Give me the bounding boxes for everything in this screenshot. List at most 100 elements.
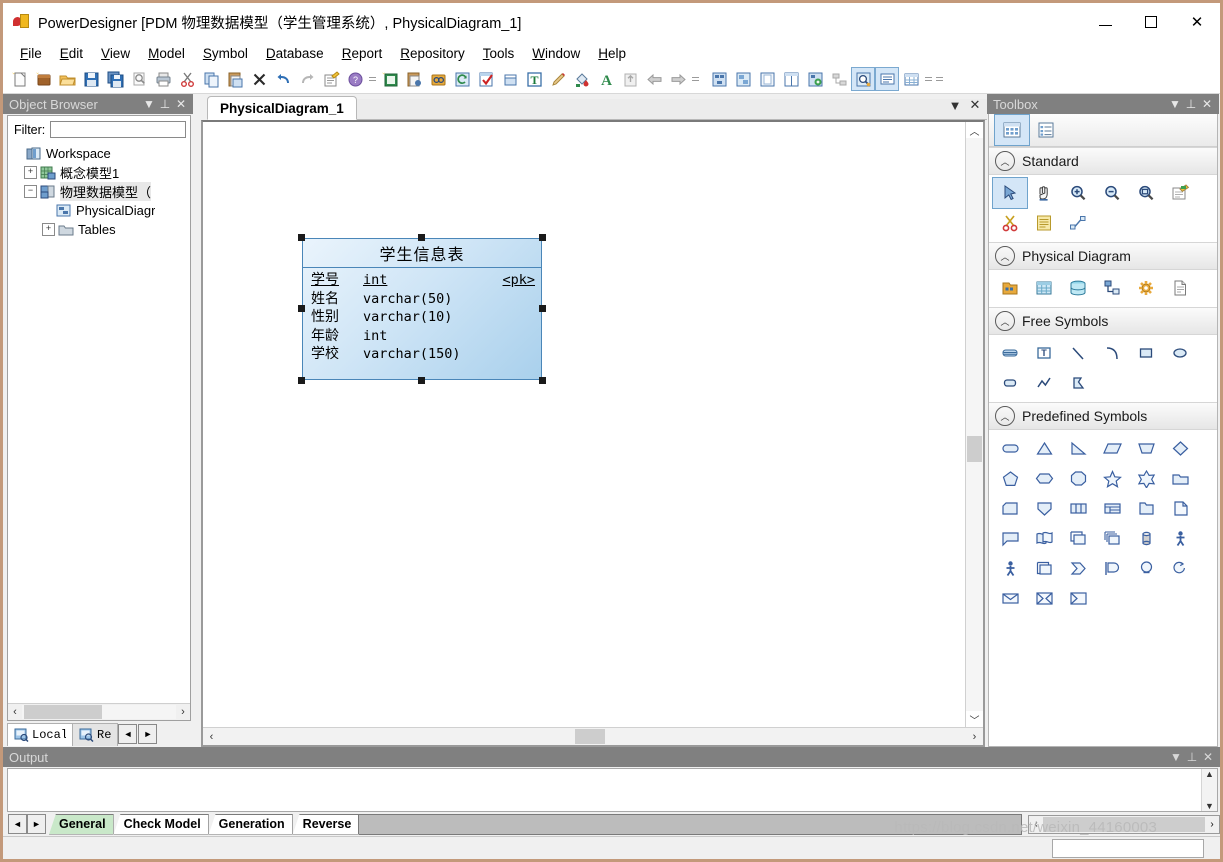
symbol-arrow-block-icon[interactable] [1061,553,1095,583]
menu-report[interactable]: Report [333,44,392,63]
menu-symbol[interactable]: Symbol [194,44,257,63]
symbol-actor-icon[interactable] [1163,523,1197,553]
canvas-hscrollbar[interactable]: ‹ › [203,727,983,745]
resize-handle-n[interactable] [418,234,425,241]
canvas-scroll-right-button[interactable]: › [966,731,983,743]
browser-tab-next-button[interactable]: ► [138,724,158,744]
document-tab-physicaldiagram1[interactable]: PhysicalDiagram_1 [207,96,357,120]
print-preview-icon[interactable] [128,68,150,90]
note-icon[interactable] [1027,208,1061,238]
canvas-vscroll-thumb[interactable] [967,436,982,462]
fill-color-icon[interactable] [571,68,593,90]
output-hscrollbar[interactable]: ‹ › [1028,814,1220,834]
browser-hscroll-thumb[interactable] [24,705,102,719]
symbol-columns-icon[interactable] [1061,493,1095,523]
output-hscroll-track[interactable] [1043,816,1205,832]
output-tab-general[interactable]: General [49,813,114,835]
open-model-icon[interactable] [56,68,78,90]
menu-window[interactable]: Window [523,44,589,63]
symbol-layers-icon[interactable] [1027,553,1061,583]
cdm-diagram-icon[interactable] [708,68,730,90]
symbol-actor2-icon[interactable] [993,553,1027,583]
output-tab-prev-button[interactable]: ◄ [8,814,27,834]
canvas-hscroll-track[interactable] [220,729,966,744]
output-vscrollbar[interactable]: ▲ ▼ [1201,769,1217,811]
pdm-diagram-icon[interactable] [732,68,754,90]
resize-handle-sw[interactable] [298,377,305,384]
page-icon[interactable] [499,68,521,90]
cut-icon[interactable] [176,68,198,90]
menu-view[interactable]: View [92,44,139,63]
redo-icon[interactable] [296,68,318,90]
symbol-folder-icon[interactable] [1129,493,1163,523]
canvas-scroll-down-button[interactable]: ﹀ [966,711,983,727]
model-options-icon[interactable] [403,68,425,90]
zoom-out-icon[interactable] [1095,178,1129,208]
file-object-icon[interactable] [1163,273,1197,303]
symbol-star5-icon[interactable] [1095,463,1129,493]
browser-tab-prev-button[interactable]: ◄ [118,724,138,744]
browser-tab-local[interactable]: Local [7,722,73,746]
toolbox-close-icon[interactable]: ✕ [1199,97,1215,111]
symbol-flag-icon[interactable] [1095,553,1129,583]
free-arc-icon[interactable] [1095,338,1129,368]
symbol-right-triangle-icon[interactable] [1061,433,1095,463]
tree-node-cdm[interactable]: + 概念模型1 [8,163,190,182]
back-icon[interactable] [643,68,665,90]
output-menu-icon[interactable]: ▼ [1168,750,1184,764]
chevron-up-icon[interactable]: ︿ [995,151,1015,171]
document-tab-close-icon[interactable]: ✕ [965,97,985,113]
menu-edit[interactable]: Edit [51,44,92,63]
table-symbol-box[interactable]: 学生信息表 学号 int <pk> 姓名 varchar(50) 性别 varc… [302,238,542,380]
text-format-icon[interactable]: T [523,68,545,90]
object-tree[interactable]: Workspace + 概念模型1 − 物理数据模型（ PhysicalDiag… [8,142,190,703]
pointer-icon[interactable] [992,177,1028,209]
object-browser-menu-icon[interactable]: ▼ [141,97,157,111]
output-tab-reverse[interactable]: Reverse [292,813,360,835]
tree-expander-tables[interactable]: + [42,223,55,236]
table-symbol-student-info[interactable]: 学生信息表 学号 int <pk> 姓名 varchar(50) 性别 varc… [298,234,546,384]
symbol-cut-corner-icon[interactable] [993,493,1027,523]
output-hscroll-right-arrow[interactable]: › [1205,819,1219,830]
menu-model[interactable]: Model [139,44,194,63]
symbol-hexagon-icon[interactable] [1027,463,1061,493]
package-icon[interactable] [993,273,1027,303]
resize-handle-e[interactable] [539,305,546,312]
table-icon[interactable] [1027,273,1061,303]
view-icon[interactable] [1061,273,1095,303]
symbol-folder-tab-icon[interactable] [1163,463,1197,493]
link-icon[interactable] [1061,208,1095,238]
scissors-delete-icon[interactable] [993,208,1027,238]
object-browser-icon[interactable] [851,67,875,91]
save-all-icon[interactable] [104,68,126,90]
output-window-icon[interactable] [875,67,899,91]
tree-node-pdm[interactable]: − 物理数据模型（ [8,182,190,201]
help-icon[interactable]: ? [344,68,366,90]
zoom-area-icon[interactable] [1129,178,1163,208]
symbol-star6-icon[interactable] [1129,463,1163,493]
canvas-hscroll-thumb[interactable] [575,729,605,744]
object-browser-pin-icon[interactable]: ⊥ [157,97,173,111]
output-scroll-down-button[interactable]: ▼ [1205,801,1214,811]
open-package-diagram-icon[interactable] [1163,178,1197,208]
symbol-diamond-icon[interactable] [1163,433,1197,463]
symbol-cylinder-icon[interactable] [1129,523,1163,553]
output-scroll-up-button[interactable]: ▲ [1205,769,1214,779]
maximize-button[interactable] [1128,3,1174,41]
object-browser-close-icon[interactable]: ✕ [173,97,189,111]
output-tab-check-model[interactable]: Check Model [113,813,209,835]
chevron-up-icon[interactable]: ︿ [995,311,1015,331]
canvas-scroll-left-button[interactable]: ‹ [203,731,220,743]
procedure-icon[interactable] [1129,273,1163,303]
symbol-stack-icon[interactable] [1095,523,1129,553]
tree-node-workspace[interactable]: Workspace [8,144,190,163]
resize-handle-s[interactable] [418,377,425,384]
output-body[interactable]: ▲ ▼ [7,768,1218,812]
font-color-icon[interactable]: A [595,68,617,90]
tree-node-physical-diagram[interactable]: PhysicalDiagr [8,201,190,220]
find-object-icon[interactable] [427,68,449,90]
free-rectangle-icon[interactable] [1129,338,1163,368]
zoom-in-icon[interactable] [1061,178,1095,208]
free-rounded-rect-icon[interactable] [993,368,1027,398]
canvas-scroll-up-button[interactable]: ︿ [966,122,983,138]
